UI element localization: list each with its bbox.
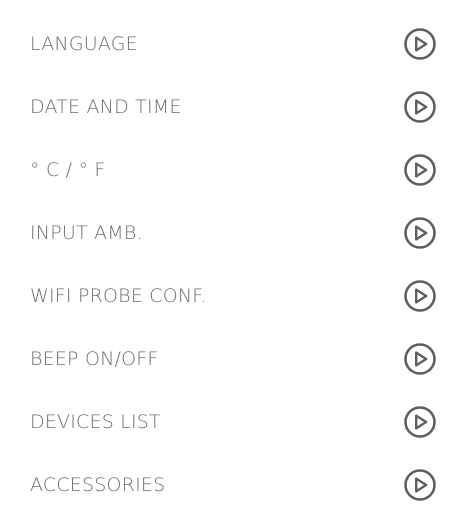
menu-item-label: DATE AND TIME (30, 95, 182, 118)
play-circle-icon[interactable] (403, 90, 437, 124)
play-circle-icon[interactable] (403, 153, 437, 187)
play-circle-icon[interactable] (403, 216, 437, 250)
settings-menu: LANGUAGE DATE AND TIME ° C / ° F INPUT AMB.… (0, 12, 465, 516)
menu-item-0[interactable]: LANGUAGE (0, 12, 465, 75)
play-circle-icon[interactable] (403, 405, 437, 439)
play-circle-icon[interactable] (403, 468, 437, 502)
play-circle-icon[interactable] (403, 342, 437, 376)
menu-item-7[interactable]: ACCESSORIES (0, 453, 465, 516)
play-circle-icon[interactable] (403, 279, 437, 313)
menu-item-5[interactable]: BEEP ON/OFF (0, 327, 465, 390)
menu-item-label: ACCESSORIES (30, 473, 166, 496)
menu-item-2[interactable]: ° C / ° F (0, 138, 465, 201)
menu-item-label: DEVICES LIST (30, 410, 161, 433)
menu-item-label: WIFI PROBE CONF. (30, 284, 207, 307)
menu-item-label: LANGUAGE (30, 32, 138, 55)
menu-item-label: ° C / ° F (30, 158, 106, 181)
menu-item-4[interactable]: WIFI PROBE CONF. (0, 264, 465, 327)
menu-item-label: INPUT AMB. (30, 221, 143, 244)
menu-item-6[interactable]: DEVICES LIST (0, 390, 465, 453)
menu-item-1[interactable]: DATE AND TIME (0, 75, 465, 138)
menu-item-3[interactable]: INPUT AMB. (0, 201, 465, 264)
play-circle-icon[interactable] (403, 27, 437, 61)
menu-item-label: BEEP ON/OFF (30, 347, 159, 370)
